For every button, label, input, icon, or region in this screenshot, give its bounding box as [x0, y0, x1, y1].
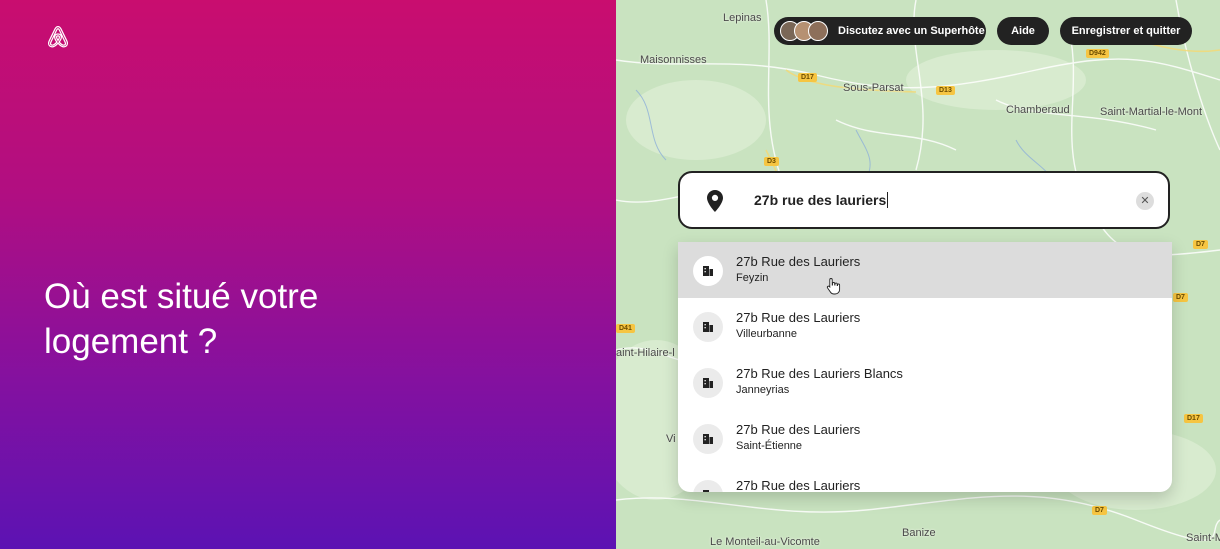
map-place-label: Vi — [666, 433, 676, 445]
list-item[interactable]: 27b Rue des Lauriers Villeurbanne — [678, 298, 1172, 354]
building-icon — [693, 312, 723, 342]
save-and-exit-button[interactable]: Enregistrer et quitter — [1060, 17, 1192, 45]
superhost-avatars — [780, 21, 828, 41]
map-place-label: Saint-Mar — [1186, 532, 1220, 544]
map-place-label: Sous-Parsat — [843, 82, 904, 94]
map-place-label: aint-Hilaire-l — [616, 347, 675, 359]
road-badge: D17 — [798, 73, 817, 82]
building-icon — [693, 424, 723, 454]
location-pin-icon — [707, 190, 723, 212]
road-badge: D7 — [1193, 240, 1208, 249]
map-place-label: Banize — [902, 527, 936, 539]
building-icon — [693, 368, 723, 398]
address-search-field[interactable]: 27b rue des lauriers ✕ — [678, 171, 1170, 229]
suggestion-title: 27b Rue des Lauriers — [736, 478, 861, 492]
road-badge: D3 — [764, 157, 779, 166]
address-suggestions-list: 27b Rue des Lauriers Feyzin 27b Rue des … — [678, 242, 1172, 492]
chat-superhost-label: Discutez avec un Superhôte — [838, 25, 985, 37]
suggestion-title: 27b Rue des Lauriers — [736, 254, 861, 269]
map-place-label: Le Monteil-au-Vicomte — [710, 536, 820, 548]
left-panel: Où est situé votre logement ? — [0, 0, 616, 549]
suggestion-subtitle: Feyzin — [736, 272, 769, 284]
hand-cursor-icon — [826, 278, 841, 295]
page-title: Où est situé votre logement ? — [44, 277, 319, 361]
map-place-label: Maisonnisses — [640, 54, 707, 66]
list-item[interactable]: 27b Rue des Lauriers — [678, 466, 1172, 492]
map-place-label: Saint-Martial-le-Mont — [1100, 106, 1203, 118]
chat-superhost-button[interactable]: Discutez avec un Superhôte — [774, 17, 986, 45]
map-place-label: Chamberaud — [1006, 104, 1070, 116]
suggestion-subtitle: Saint-Étienne — [736, 440, 803, 452]
airbnb-logo-icon[interactable] — [44, 24, 72, 52]
list-item[interactable]: 27b Rue des Lauriers Blancs Janneyrias — [678, 354, 1172, 410]
close-icon[interactable]: ✕ — [1136, 192, 1154, 210]
address-search-input[interactable]: 27b rue des lauriers — [754, 192, 889, 208]
road-badge: D942 — [1086, 49, 1109, 58]
suggestion-title: 27b Rue des Lauriers — [736, 310, 861, 325]
building-icon — [693, 480, 723, 492]
list-item[interactable]: 27b Rue des Lauriers Saint-Étienne — [678, 410, 1172, 466]
road-badge: D13 — [936, 86, 955, 95]
road-badge: D41 — [616, 324, 635, 333]
suggestion-subtitle: Janneyrias — [736, 384, 790, 396]
suggestion-title: 27b Rue des Lauriers — [736, 422, 861, 437]
avatar — [808, 21, 828, 41]
help-button[interactable]: Aide — [997, 17, 1049, 45]
road-badge: D17 — [1184, 414, 1203, 423]
suggestion-title: 27b Rue des Lauriers Blancs — [736, 366, 903, 381]
map-place-label: Lepinas — [723, 12, 762, 24]
suggestion-subtitle: Villeurbanne — [736, 328, 797, 340]
list-item[interactable]: 27b Rue des Lauriers Feyzin — [678, 242, 1172, 298]
building-icon — [693, 256, 723, 286]
road-badge: D7 — [1173, 293, 1188, 302]
road-badge: D7 — [1092, 506, 1107, 515]
